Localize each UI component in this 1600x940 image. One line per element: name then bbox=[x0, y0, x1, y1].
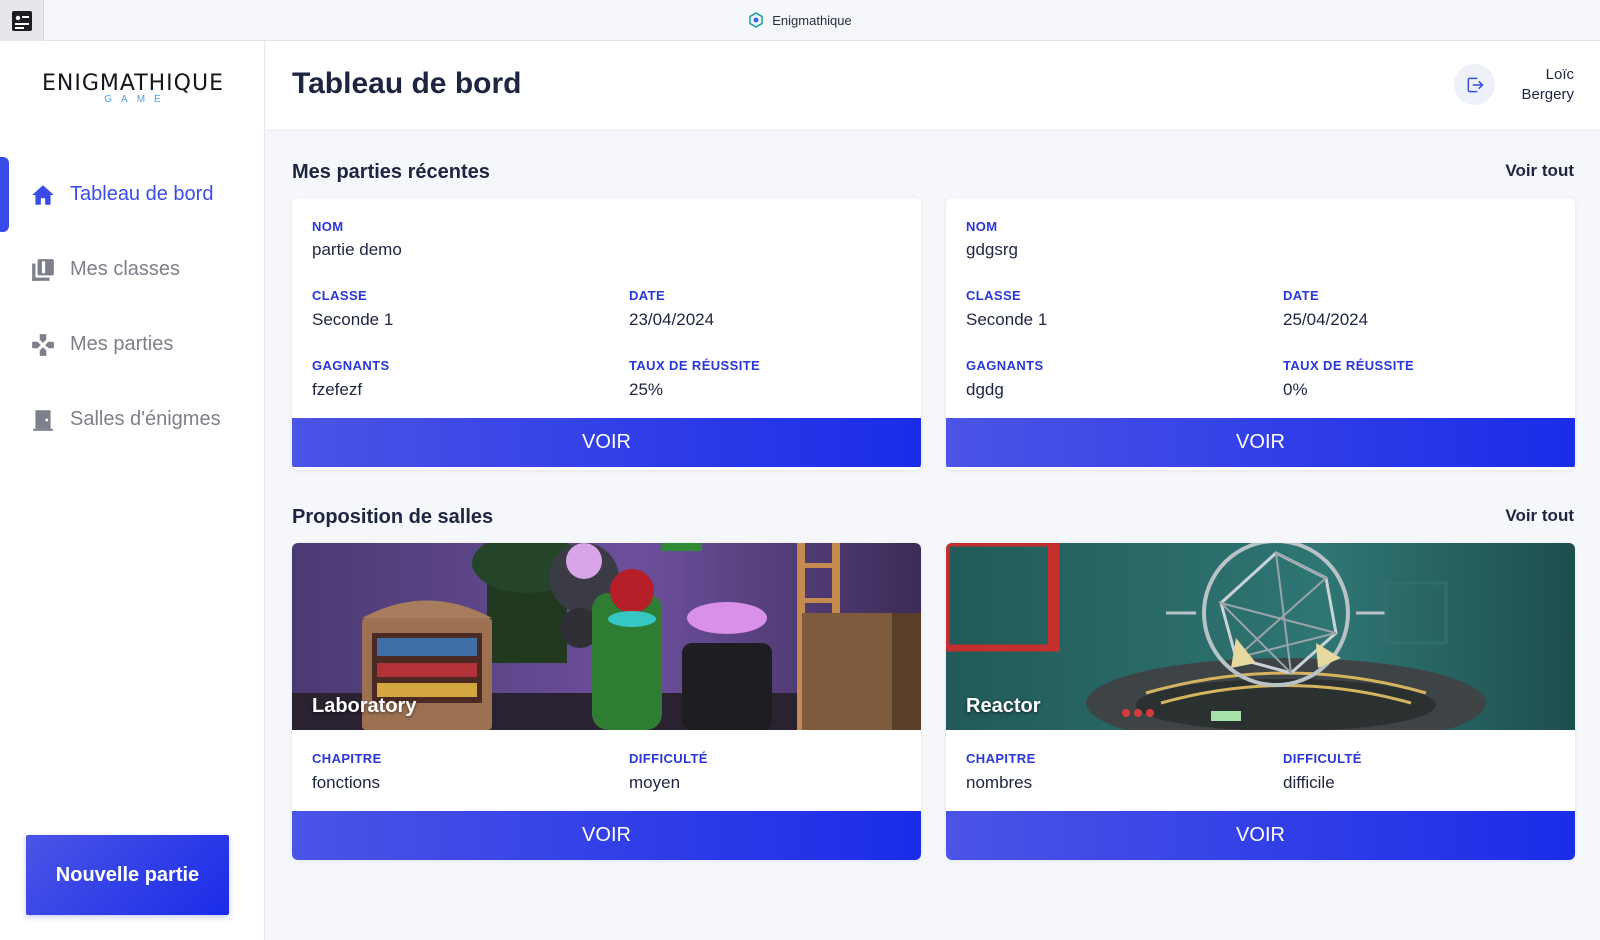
sidebar-item-label: Tableau de bord bbox=[70, 183, 214, 205]
winners-label: GAGNANTS bbox=[312, 358, 390, 373]
room-card: Reactor CHAPITRE nombres DIFFICULTÉ diff… bbox=[946, 543, 1575, 860]
game-success-rate: 0% bbox=[1283, 380, 1308, 399]
enigmathique-favicon-icon bbox=[749, 12, 764, 28]
game-name: partie demo bbox=[312, 240, 402, 259]
room-name: Reactor bbox=[966, 695, 1041, 717]
books-icon bbox=[32, 258, 54, 281]
rooms-title: Proposition de salles bbox=[292, 506, 494, 528]
class-label: CLASSE bbox=[312, 288, 368, 303]
recent-games-see-all-link[interactable]: Voir tout bbox=[1505, 161, 1574, 181]
difficulty-label: DIFFICULTÉ bbox=[629, 751, 708, 766]
success-rate-label: TAUX DE RÉUSSITE bbox=[1283, 358, 1415, 373]
game-class: Seconde 1 bbox=[966, 310, 1048, 329]
game-success-rate: 25% bbox=[629, 380, 664, 399]
winners-label: GAGNANTS bbox=[966, 358, 1044, 373]
browser-titlebar: Enigmathique bbox=[0, 0, 1600, 41]
difficulty-label: DIFFICULTÉ bbox=[1283, 751, 1362, 766]
sidebar-nav: Tableau de bord Mes classes Mes parties bbox=[0, 157, 264, 457]
rooms-see-all-link[interactable]: Voir tout bbox=[1505, 506, 1574, 526]
game-name: gdgsrg bbox=[966, 240, 1018, 259]
enigmathique-logo[interactable]: ENIGMATHIQUE GAME bbox=[36, 71, 230, 105]
user-first-name: Loïc bbox=[1545, 66, 1574, 83]
browser-title-text: Enigmathique bbox=[772, 12, 852, 28]
logout-icon bbox=[1467, 77, 1483, 92]
chapter-label: CHAPITRE bbox=[966, 751, 1036, 766]
home-icon bbox=[32, 184, 54, 205]
page-header: Tableau de bord Loïc Bergery bbox=[266, 41, 1600, 131]
sidebar-item-tableau-de-bord[interactable]: Tableau de bord bbox=[0, 157, 264, 232]
room-chapter: fonctions bbox=[312, 773, 381, 792]
sidebar-item-mes-classes[interactable]: Mes classes bbox=[0, 232, 264, 307]
game-card: NOM partie demo CLASSE Seconde 1 DATE 23… bbox=[292, 198, 921, 470]
game-winners: fzefezf bbox=[312, 380, 363, 399]
room-chapter: nombres bbox=[966, 773, 1033, 792]
success-rate-label: TAUX DE RÉUSSITE bbox=[629, 358, 761, 373]
game-class: Seconde 1 bbox=[312, 310, 394, 329]
sidebar: ENIGMATHIQUE GAME Tableau de bord Mes cl… bbox=[0, 41, 265, 940]
chapter-label: CHAPITRE bbox=[312, 751, 382, 766]
browser-title: Enigmathique bbox=[748, 12, 852, 28]
room-name: Laboratory bbox=[312, 695, 417, 717]
room-difficulty: moyen bbox=[629, 773, 681, 792]
game-date: 25/04/2024 bbox=[1283, 310, 1369, 329]
view-game-button[interactable]: VOIR bbox=[946, 418, 1575, 467]
sidebar-item-salles-enigmes[interactable]: Salles d'énigmes bbox=[0, 382, 264, 457]
app-menu-icon bbox=[11, 10, 32, 31]
page-title: Tableau de bord bbox=[292, 67, 522, 100]
view-game-button[interactable]: VOIR bbox=[292, 418, 921, 467]
user-last-name: Bergery bbox=[1521, 86, 1574, 103]
reactor-room-image[interactable]: Reactor bbox=[946, 543, 1575, 730]
sidebar-item-label: Mes parties bbox=[70, 333, 174, 355]
game-card: NOM gdgsrg CLASSE Seconde 1 DATE 25/04/2… bbox=[946, 198, 1575, 470]
room-card: Laboratory CHAPITRE fonctions DIFFICULTÉ… bbox=[292, 543, 921, 860]
room-difficulty: difficile bbox=[1283, 773, 1335, 792]
sidebar-item-label: Salles d'énigmes bbox=[70, 408, 221, 430]
sidebar-item-mes-parties[interactable]: Mes parties bbox=[0, 307, 264, 382]
view-room-button[interactable]: VOIR bbox=[292, 811, 921, 860]
name-label: NOM bbox=[312, 219, 344, 234]
date-label: DATE bbox=[629, 288, 666, 303]
class-label: CLASSE bbox=[966, 288, 1022, 303]
recent-games-title: Mes parties récentes bbox=[292, 161, 490, 183]
door-icon bbox=[33, 409, 53, 431]
app-menu-button[interactable] bbox=[0, 0, 44, 41]
new-game-button[interactable]: Nouvelle partie bbox=[26, 835, 229, 915]
user-name[interactable]: Loïc Bergery bbox=[1521, 65, 1574, 105]
view-room-button[interactable]: VOIR bbox=[946, 811, 1575, 860]
sidebar-item-label: Mes classes bbox=[70, 258, 181, 280]
game-winners: dgdg bbox=[966, 380, 1004, 399]
laboratory-room-image[interactable]: Laboratory bbox=[292, 543, 921, 730]
gamepad-icon bbox=[32, 333, 54, 356]
name-label: NOM bbox=[966, 219, 998, 234]
logo-main-text: ENIGMATHIQUE bbox=[41, 71, 224, 96]
logout-button[interactable] bbox=[1454, 64, 1495, 105]
game-date: 23/04/2024 bbox=[629, 310, 715, 329]
date-label: DATE bbox=[1283, 288, 1320, 303]
